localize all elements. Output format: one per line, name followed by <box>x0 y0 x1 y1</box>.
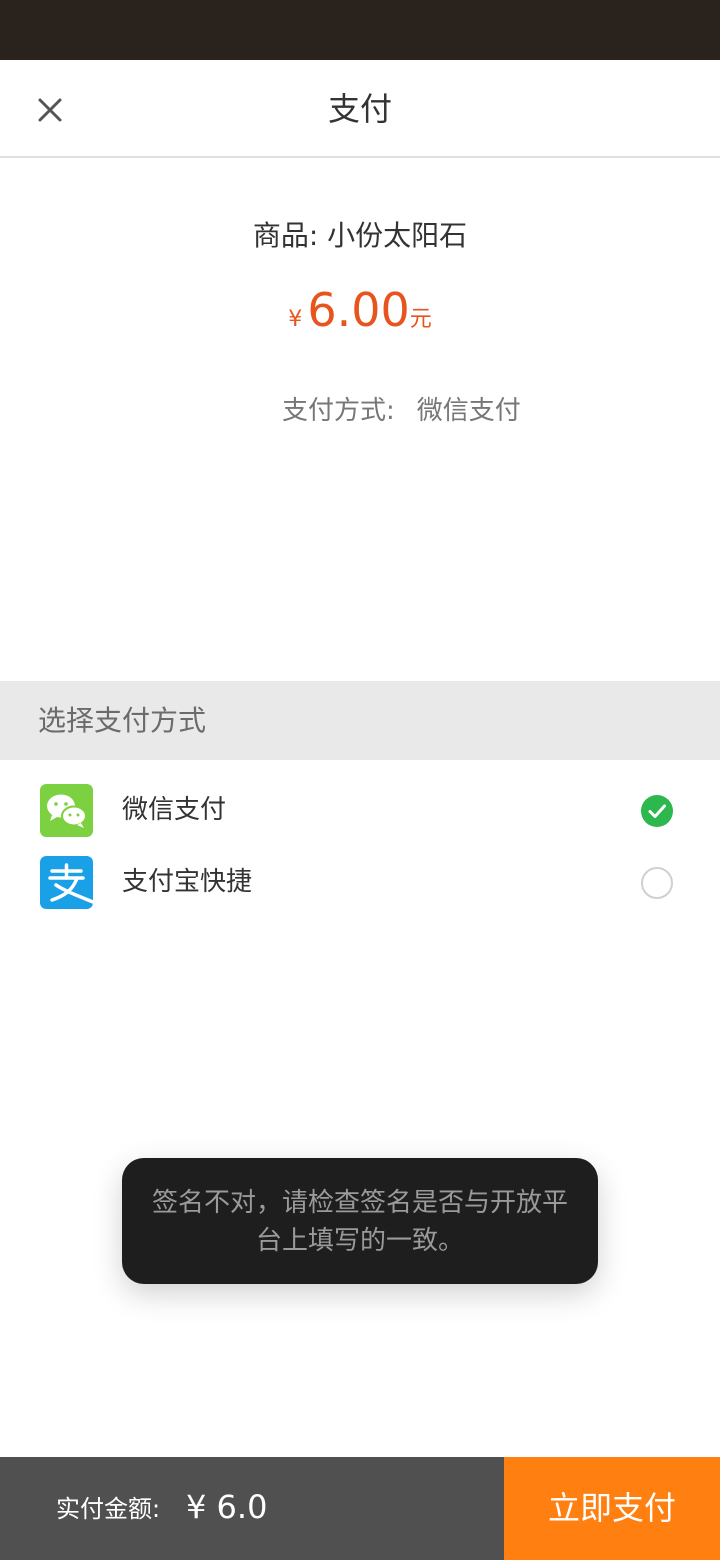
payment-method-summary: 支付方式: 微信支付 <box>282 392 521 430</box>
payment-section-header: 选择支付方式 <box>0 681 720 760</box>
currency-symbol: ¥ <box>288 307 303 332</box>
toast-text: 签名不对，请检查签名是否与开放平台上填写的一致。 <box>152 1188 569 1256</box>
radio-checked-icon[interactable] <box>641 795 673 827</box>
payment-method-value: 微信支付 <box>416 396 521 426</box>
price-amount: 6.00 <box>307 283 410 337</box>
total-amount-value: ¥ 6.0 <box>186 1488 268 1526</box>
toast-message: 签名不对，请检查签名是否与开放平台上填写的一致。 <box>122 1158 598 1284</box>
status-bar <box>0 0 720 60</box>
price: ¥ 6.00元 <box>0 282 720 349</box>
alipay-icon <box>40 856 93 909</box>
payment-option-alipay[interactable]: 支付宝快捷 <box>0 847 720 919</box>
total-amount-area: 实付金额: ¥ 6.0 <box>0 1457 504 1560</box>
payment-option-wechat[interactable]: 微信支付 <box>0 775 720 847</box>
total-amount-label: 实付金额: <box>56 1495 161 1523</box>
payment-section-title: 选择支付方式 <box>38 704 207 737</box>
product-name: 商品: 小份太阳石 <box>252 219 468 252</box>
payment-option-label: 支付宝快捷 <box>122 867 253 897</box>
radio-unchecked-icon[interactable] <box>641 867 673 899</box>
header: 支付 <box>0 60 720 158</box>
page-title: 支付 <box>327 90 392 128</box>
payment-option-label: 微信支付 <box>122 795 227 825</box>
price-unit: 元 <box>409 307 432 332</box>
footer-bar: 实付金额: ¥ 6.0 立即支付 <box>0 1457 720 1560</box>
pay-now-button[interactable]: 立即支付 <box>504 1457 720 1560</box>
payment-method-label: 支付方式: <box>282 396 395 426</box>
wechat-pay-icon <box>40 784 93 837</box>
